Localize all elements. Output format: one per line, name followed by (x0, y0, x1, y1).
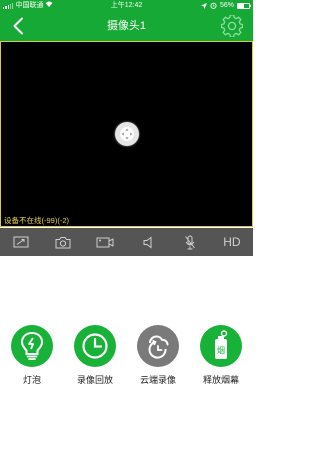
header-bar: 摄像头1 (0, 11, 253, 41)
camera-snapshot-icon (55, 236, 71, 248)
lightbulb-label: 灯泡 (22, 375, 41, 385)
lightbulb-icon (20, 331, 44, 360)
fullscreen-icon (13, 236, 29, 248)
lightbulb-action[interactable]: 灯泡 (2, 325, 62, 386)
settings-button[interactable] (220, 14, 244, 38)
playback-button[interactable] (74, 325, 116, 367)
record-video-icon (96, 237, 114, 248)
snapshot-button[interactable] (42, 228, 84, 256)
status-bar: 中国联通 上午12:42 56% (0, 0, 253, 11)
svg-text:烟: 烟 (217, 346, 225, 355)
page-title: 摄像头1 (106, 20, 147, 32)
cloud-record-label: 云端录像 (139, 375, 176, 385)
app-screen: 中国联通 上午12:42 56% 摄像头1 设备不在线(-99)(-2) HD … (0, 0, 253, 450)
hd-quality-button[interactable]: HD (211, 228, 253, 256)
playback-label: 录像回放 (76, 375, 113, 385)
battery-percent: 56% (219, 2, 234, 9)
cloud-record-icon (148, 335, 169, 359)
record-button[interactable] (84, 228, 126, 256)
speaker-icon (143, 236, 152, 248)
microphone-muted-icon (184, 235, 195, 249)
microphone-button[interactable] (169, 228, 211, 256)
smoke-button[interactable]: 烟 (200, 325, 242, 367)
lightbulb-button[interactable] (11, 325, 53, 367)
speaker-button[interactable] (127, 228, 169, 256)
hd-label: HD (223, 235, 241, 249)
direction-pad-icon (120, 127, 134, 141)
smoke-canister-icon: 烟 (215, 330, 228, 359)
clock-icon (82, 333, 108, 359)
cloud-record-button[interactable] (137, 325, 179, 367)
video-view[interactable]: 设备不在线(-99)(-2) (0, 41, 253, 227)
playback-action[interactable]: 录像回放 (65, 325, 125, 386)
fullscreen-button[interactable] (0, 228, 42, 256)
action-row: 灯泡 录像回放 云端录像 烟 释放烟幕 (0, 325, 253, 385)
ptz-control[interactable] (115, 122, 139, 146)
status-right: 56% (200, 0, 251, 11)
location-icon (200, 2, 207, 9)
smoke-label: 释放烟幕 (202, 375, 239, 385)
gear-icon (220, 14, 244, 38)
alarm-icon (210, 2, 217, 9)
cloud-record-action[interactable]: 云端录像 (128, 325, 188, 386)
video-toolbar: HD (0, 228, 253, 256)
device-offline-status: 设备不在线(-99)(-2) (4, 216, 69, 225)
smoke-action[interactable]: 烟 释放烟幕 (191, 325, 251, 386)
battery-icon (237, 2, 251, 9)
